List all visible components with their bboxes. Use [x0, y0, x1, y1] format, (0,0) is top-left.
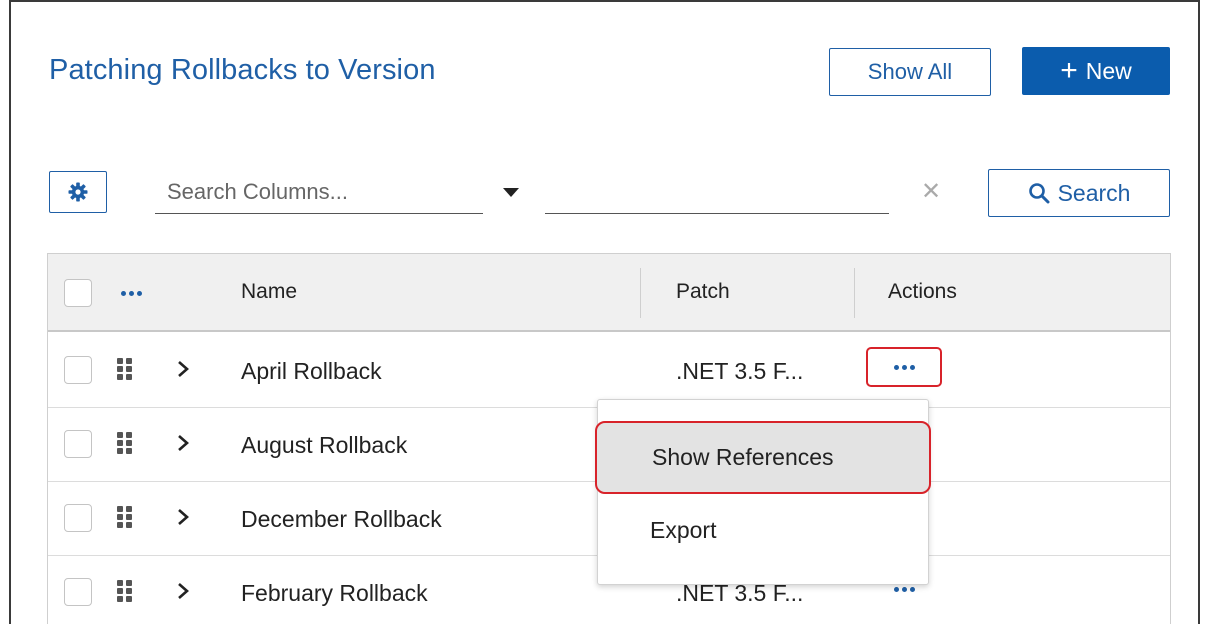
new-button[interactable]: + New: [1022, 47, 1170, 95]
show-all-button[interactable]: Show All: [829, 48, 991, 96]
show-all-label: Show All: [867, 59, 953, 84]
row-checkbox[interactable]: [64, 578, 92, 606]
column-header-patch[interactable]: Patch: [676, 280, 730, 304]
menu-item-export[interactable]: Export: [598, 494, 928, 566]
row-checkbox[interactable]: [64, 430, 92, 458]
select-all-checkbox[interactable]: [64, 279, 92, 307]
row-checkbox[interactable]: [64, 356, 92, 384]
search-button-label: Search: [1057, 179, 1131, 206]
chevron-right-icon[interactable]: [176, 578, 190, 604]
page-title: Patching Rollbacks to Version: [49, 54, 436, 86]
more-icon: [893, 586, 915, 592]
search-button[interactable]: Search: [988, 169, 1170, 217]
column-options-icon[interactable]: [121, 291, 142, 296]
table-row: April Rollback .NET 3.5 F...: [48, 334, 1170, 408]
settings-button[interactable]: [49, 171, 107, 213]
close-icon[interactable]: ✕: [921, 180, 941, 204]
drag-handle-icon[interactable]: [117, 580, 133, 602]
drag-handle-icon[interactable]: [117, 506, 133, 528]
caret-down-icon[interactable]: [503, 188, 519, 197]
column-header-actions: Actions: [888, 280, 957, 303]
chevron-right-icon[interactable]: [176, 430, 190, 456]
row-name[interactable]: February Rollback: [241, 580, 428, 607]
row-checkbox[interactable]: [64, 504, 92, 532]
search-value-input[interactable]: [545, 170, 889, 214]
chevron-right-icon[interactable]: [176, 356, 190, 382]
row-name[interactable]: December Rollback: [241, 506, 442, 533]
drag-handle-icon[interactable]: [117, 358, 133, 380]
row-actions-menu: Show References Export: [595, 399, 931, 585]
row-patch: .NET 3.5 F...: [676, 358, 804, 384]
column-divider[interactable]: [640, 268, 641, 318]
plus-icon: +: [1060, 54, 1078, 87]
gear-icon: [68, 182, 88, 202]
search-columns-select[interactable]: Search Columns...: [155, 170, 483, 214]
table-header: Name Patch Actions: [48, 254, 1170, 332]
column-divider[interactable]: [854, 268, 855, 318]
menu-item-label: Export: [650, 516, 717, 543]
new-label: New: [1085, 57, 1132, 84]
menu-item-label: Show References: [652, 444, 834, 470]
row-name[interactable]: August Rollback: [241, 432, 407, 459]
search-icon: [1028, 183, 1050, 204]
column-header-name[interactable]: Name: [241, 280, 297, 304]
menu-item-show-references[interactable]: Show References: [595, 421, 931, 494]
more-icon: [893, 364, 915, 370]
chevron-right-icon[interactable]: [176, 504, 190, 530]
search-columns-placeholder: Search Columns...: [167, 178, 348, 204]
row-actions-button[interactable]: [866, 347, 942, 387]
rollbacks-panel: Patching Rollbacks to Version Show All +…: [9, 0, 1200, 624]
row-name[interactable]: April Rollback: [241, 358, 382, 385]
drag-handle-icon[interactable]: [117, 432, 133, 454]
